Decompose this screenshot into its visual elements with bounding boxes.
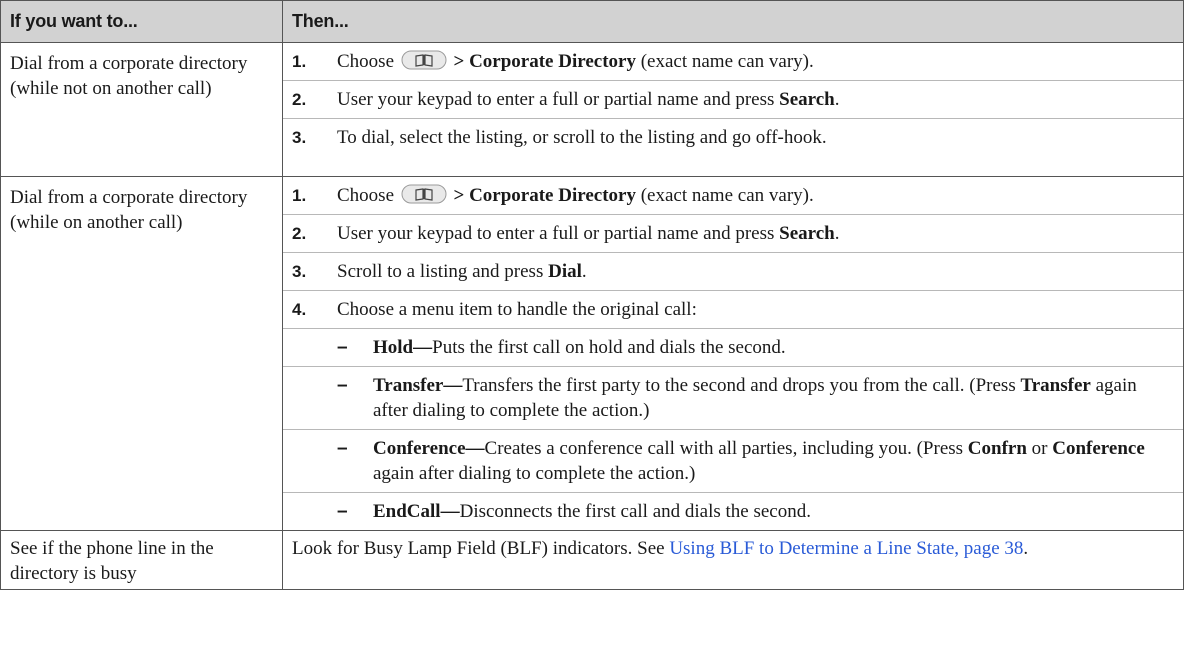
dash-bullet: – xyxy=(337,375,348,396)
instruction-body: Look for Busy Lamp Field (BLF) indicator… xyxy=(292,538,670,559)
table-row: See if the phone line in the directory i… xyxy=(0,530,1184,590)
dash-bullet: – xyxy=(337,337,348,358)
step-text: Choose a menu item to handle the origina… xyxy=(337,299,697,320)
step-text: . xyxy=(834,223,840,244)
option-text: or xyxy=(1026,438,1053,459)
condition-cell: Dial from a corporate directory (while o… xyxy=(0,176,283,531)
dash-bullet: – xyxy=(337,438,348,459)
option-name: EndCall— xyxy=(373,501,460,522)
step-text: . xyxy=(581,261,587,282)
option-name: Transfer— xyxy=(373,375,463,396)
step-text: Choose xyxy=(337,185,394,206)
step-item: 3. To dial, select the listing, or scrol… xyxy=(283,119,1183,156)
step-text: . xyxy=(834,89,840,110)
table-row: Dial from a corporate directory (while o… xyxy=(0,176,1184,531)
step-number: 4. xyxy=(292,300,307,319)
step-number: 2. xyxy=(292,90,307,109)
option-list: – Hold—Puts the first call on hold and d… xyxy=(283,329,1183,530)
option-item: – EndCall—Disconnects the first call and… xyxy=(283,493,1183,530)
condition-cell: Dial from a corporate directory (while n… xyxy=(0,42,283,177)
table-row: Dial from a corporate directory (while n… xyxy=(0,42,1184,177)
condition-text: Dial from a corporate directory (while n… xyxy=(10,53,248,99)
step-number: 3. xyxy=(292,262,307,281)
option-text: Transfers the first party to the second … xyxy=(462,375,1021,396)
softkey-label: Conference xyxy=(1052,438,1145,459)
step-text: (exact name can vary). xyxy=(635,51,814,72)
step-number: 1. xyxy=(292,186,307,205)
step-text: To dial, select the listing, or scroll t… xyxy=(337,127,827,148)
step-text: User your keypad to enter a full or part… xyxy=(337,89,780,110)
step-item: 2. User your keypad to enter a full or p… xyxy=(283,81,1183,119)
softkey-label: Transfer xyxy=(1020,375,1091,396)
directory-book-icon xyxy=(401,184,447,204)
step-number: 3. xyxy=(292,128,307,147)
step-number: 1. xyxy=(292,52,307,71)
instruction-table: If you want to... Then... Dial from a co… xyxy=(0,0,1184,590)
step-item: 1. Choose > Corporate Directory (exact n… xyxy=(283,177,1183,215)
step-list: 1. Choose > Corporate Directory (exact n… xyxy=(283,177,1183,530)
softkey-label: Search xyxy=(779,89,835,110)
step-item: 3. Scroll to a listing and press Dial. xyxy=(283,253,1183,291)
option-item: – Conference—Creates a conference call w… xyxy=(283,430,1183,493)
step-text: Scroll to a listing and press xyxy=(337,261,549,282)
option-name: Hold— xyxy=(373,337,433,358)
option-group: – Hold—Puts the first call on hold and d… xyxy=(283,329,1183,530)
step-list: 1. Choose > Corporate Directory (exact n… xyxy=(283,43,1183,156)
dash-bullet: – xyxy=(337,501,348,522)
step-text: User your keypad to enter a full or part… xyxy=(337,223,780,244)
blf-page-link[interactable]: Using BLF to Determine a Line State, pag… xyxy=(669,538,1023,559)
step-text: (exact name can vary). xyxy=(635,185,814,206)
step-bold-text: > Corporate Directory xyxy=(453,185,636,206)
option-text: again after dialing to complete the acti… xyxy=(373,463,696,484)
option-item: – Hold—Puts the first call on hold and d… xyxy=(283,329,1183,367)
step-bold-text: > Corporate Directory xyxy=(453,51,636,72)
condition-text: See if the phone line in the directory i… xyxy=(10,538,214,584)
steps-cell: 1. Choose > Corporate Directory (exact n… xyxy=(282,42,1184,177)
instruction-text: Look for Busy Lamp Field (BLF) indicator… xyxy=(283,531,1183,561)
step-number: 2. xyxy=(292,224,307,243)
option-text: Puts the first call on hold and dials th… xyxy=(432,337,786,358)
option-item: – Transfer—Transfers the first party to … xyxy=(283,367,1183,430)
steps-cell: 1. Choose > Corporate Directory (exact n… xyxy=(282,176,1184,531)
step-item: 4. Choose a menu item to handle the orig… xyxy=(283,291,1183,329)
option-text: Disconnects the first call and dials the… xyxy=(459,501,811,522)
step-item: 2. User your keypad to enter a full or p… xyxy=(283,215,1183,253)
header-if-you-want-to: If you want to... xyxy=(0,0,283,43)
option-name: Conference— xyxy=(373,438,485,459)
step-item: 1. Choose > Corporate Directory (exact n… xyxy=(283,43,1183,81)
header-then: Then... xyxy=(282,0,1184,43)
softkey-label: Dial xyxy=(548,261,582,282)
softkey-label: Search xyxy=(779,223,835,244)
step-text: Choose xyxy=(337,51,394,72)
table-header-row: If you want to... Then... xyxy=(0,0,1184,43)
directory-book-icon xyxy=(401,50,447,70)
instruction-tail: . xyxy=(1023,538,1029,559)
condition-text: Dial from a corporate directory (while o… xyxy=(10,187,248,233)
steps-cell: Look for Busy Lamp Field (BLF) indicator… xyxy=(282,530,1184,590)
option-text: Creates a conference call with all parti… xyxy=(484,438,968,459)
condition-cell: See if the phone line in the directory i… xyxy=(0,530,283,590)
softkey-label: Confrn xyxy=(967,438,1027,459)
